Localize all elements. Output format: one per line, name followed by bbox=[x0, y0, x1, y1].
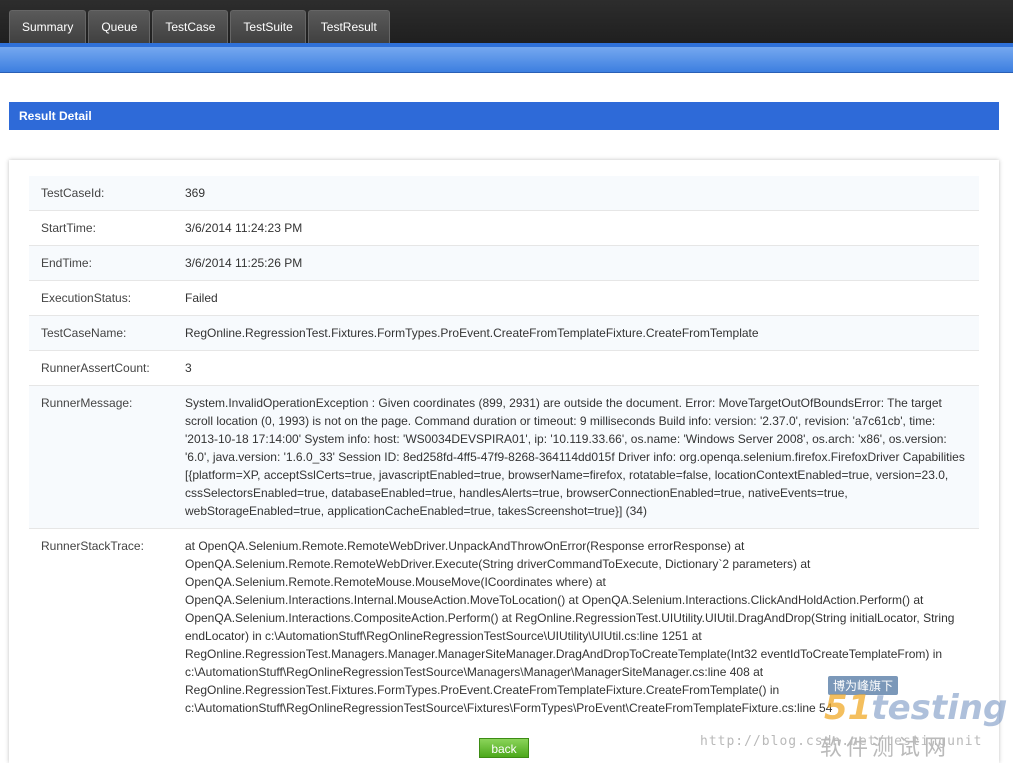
tab-summary[interactable]: Summary bbox=[9, 10, 87, 43]
row-value: RegOnline.RegressionTest.Fixtures.FormTy… bbox=[173, 315, 979, 351]
row-value: 3/6/2014 11:25:26 PM bbox=[173, 245, 979, 281]
detail-row-runnerassertcount: RunnerAssertCount: 3 bbox=[29, 350, 979, 386]
tab-testresult[interactable]: TestResult bbox=[307, 10, 390, 43]
top-nav-bar: Summary Queue TestCase TestSuite TestRes… bbox=[0, 0, 1013, 43]
detail-row-starttime: StartTime: 3/6/2014 11:24:23 PM bbox=[29, 210, 979, 246]
section-title: Result Detail bbox=[9, 102, 999, 130]
error-message-value: System.InvalidOperationException : Given… bbox=[173, 385, 979, 529]
row-label: RunnerAssertCount: bbox=[29, 350, 173, 386]
watermark-brand-text: testing bbox=[871, 688, 1008, 728]
row-label: TestCaseName: bbox=[29, 315, 173, 351]
result-detail-panel: TestCaseId: 369 StartTime: 3/6/2014 11:2… bbox=[9, 160, 999, 763]
detail-row-testcasename: TestCaseName: RegOnline.RegressionTest.F… bbox=[29, 315, 979, 351]
detail-row-runnermessage: RunnerMessage: System.InvalidOperationEx… bbox=[29, 385, 979, 529]
row-value: 369 bbox=[173, 176, 979, 211]
back-button[interactable]: back bbox=[479, 738, 529, 758]
nav-tabs: Summary Queue TestCase TestSuite TestRes… bbox=[9, 10, 390, 43]
detail-row-testcaseid: TestCaseId: 369 bbox=[29, 176, 979, 211]
row-label: TestCaseId: bbox=[29, 176, 173, 211]
status-value: Failed bbox=[173, 280, 979, 316]
row-label: RunnerStackTrace: bbox=[29, 528, 173, 725]
tab-queue[interactable]: Queue bbox=[88, 10, 151, 43]
detail-table: TestCaseId: 369 StartTime: 3/6/2014 11:2… bbox=[29, 176, 979, 725]
row-value: 3 bbox=[173, 350, 979, 386]
tab-testcase[interactable]: TestCase bbox=[152, 10, 229, 43]
watermark-url: http://blog.csdn.net/testingunit bbox=[700, 734, 983, 749]
detail-row-endtime: EndTime: 3/6/2014 11:25:26 PM bbox=[29, 245, 979, 281]
row-label: RunnerMessage: bbox=[29, 385, 173, 529]
row-label: StartTime: bbox=[29, 210, 173, 246]
sub-nav-bar bbox=[0, 43, 1013, 73]
detail-row-executionstatus: ExecutionStatus: Failed bbox=[29, 280, 979, 316]
row-label: EndTime: bbox=[29, 245, 173, 281]
tab-testsuite[interactable]: TestSuite bbox=[230, 10, 306, 43]
watermark-brand: 51testing bbox=[824, 688, 1007, 728]
row-label: ExecutionStatus: bbox=[29, 280, 173, 316]
row-value: 3/6/2014 11:24:23 PM bbox=[173, 210, 979, 246]
watermark-brand-num: 51 bbox=[824, 688, 872, 728]
